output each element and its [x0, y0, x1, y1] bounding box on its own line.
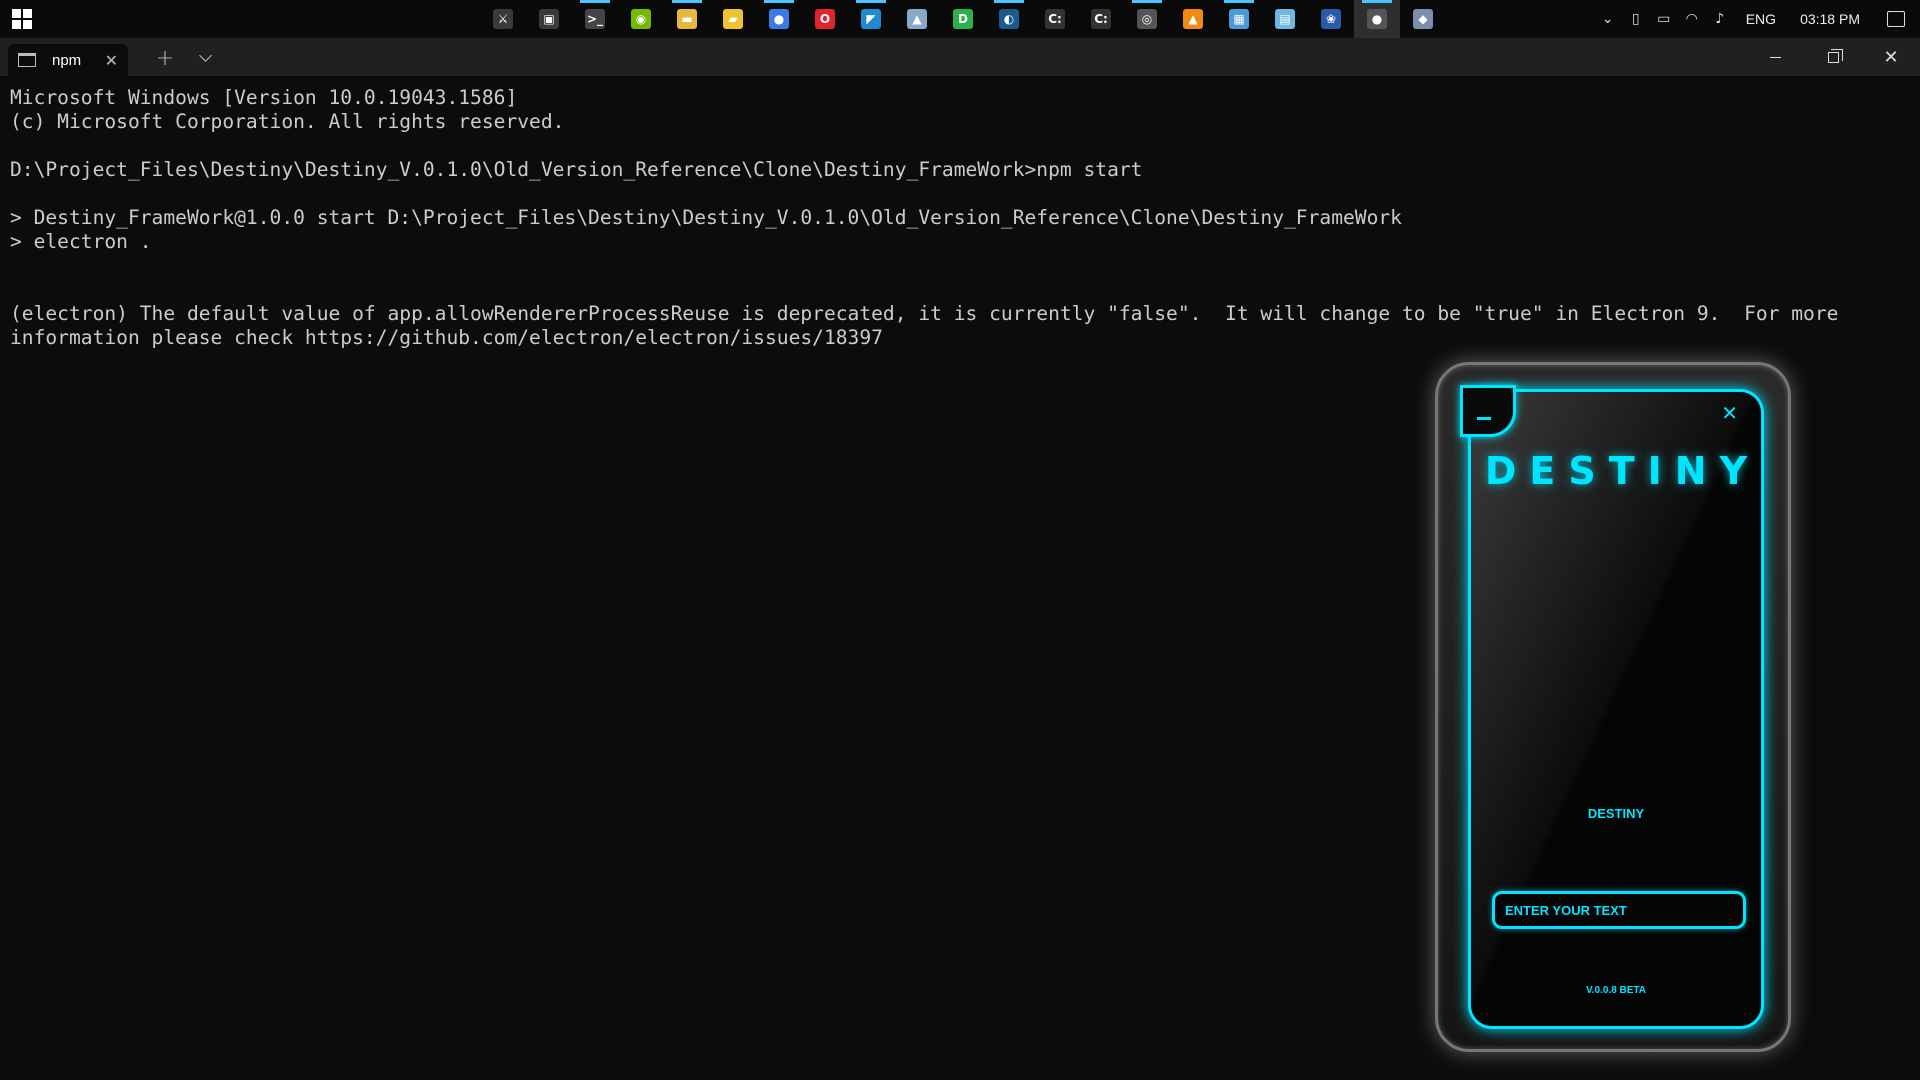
taskbar-app-vlc[interactable]: ▲	[1170, 0, 1216, 38]
taskbar-app-vscode[interactable]: ◤	[848, 0, 894, 38]
taskbar-app-paint[interactable]: ▦	[1216, 0, 1262, 38]
taskbar-app-terminal[interactable]: >_	[572, 0, 618, 38]
windows-logo-icon	[12, 9, 32, 29]
cmd-icon: C:	[1045, 9, 1065, 29]
taskbar-app-notepad[interactable]: ▤	[1262, 0, 1308, 38]
cmd-icon-2: C:	[1091, 9, 1111, 29]
terminal-line: > Destiny_FrameWork@1.0.0 start D:\Proje…	[10, 206, 1402, 229]
destiny-minimize-button[interactable]	[1460, 385, 1516, 437]
taskbar: ⚔ ▣ >_ ◉ ▬ ▰ ● O ◤ ▲ D ◐ C: C: ◎ ▲ ▦ ▤ ❀ ● ◆ ⌄ ▯ ▭ ◠ ♪ ENG 0…	[0, 0, 1920, 38]
firefox-icon: ●	[769, 9, 789, 29]
tab-title: npm	[52, 51, 82, 69]
taskbar-app-image-viewer[interactable]: ▲	[894, 0, 940, 38]
start-button[interactable]	[0, 0, 44, 38]
task-view-icon: ▣	[539, 9, 559, 29]
taskbar-app-ccleaner[interactable]: ❀	[1308, 0, 1354, 38]
close-icon: ✕	[1883, 46, 1899, 68]
hello-app-icon: D	[953, 9, 973, 29]
terminal-tab-icon	[18, 53, 36, 67]
image-viewer-icon: ▲	[907, 9, 927, 29]
steam-icon: ◐	[999, 9, 1019, 29]
clock[interactable]: 03:18 PM	[1788, 11, 1872, 27]
terminal-line: information please check https://github.…	[10, 326, 883, 349]
window-close-button[interactable]: ✕	[1862, 38, 1920, 76]
destiny-label: DESTINY	[1587, 806, 1645, 821]
terminal-line: Microsoft Windows [Version 10.0.19043.15…	[10, 86, 518, 109]
paint-icon: ▦	[1229, 9, 1249, 29]
ccleaner-icon: ❀	[1321, 9, 1341, 29]
restore-icon	[1827, 48, 1843, 63]
taskbar-app-cmd[interactable]: C:	[1032, 0, 1078, 38]
volume-icon[interactable]: ♪	[1706, 0, 1734, 38]
vscode-icon: ◤	[861, 9, 881, 29]
taskbar-app-task-view[interactable]: ▣	[526, 0, 572, 38]
notepad-icon: ▤	[1275, 9, 1295, 29]
taskbar-app-firefox[interactable]: ●	[756, 0, 802, 38]
destiny-close-icon[interactable]: ✕	[1721, 401, 1738, 425]
minus-icon	[1477, 416, 1491, 420]
taskbar-app-genshin[interactable]: ◆	[1400, 0, 1446, 38]
taskbar-app-obs[interactable]: ◎	[1124, 0, 1170, 38]
destiny-title: DESTINY	[1484, 449, 1761, 493]
file-explorer-icon: ▬	[677, 9, 697, 29]
wifi-icon[interactable]: ◠	[1678, 0, 1706, 38]
notification-center-button[interactable]	[1872, 0, 1920, 38]
razer-icon: ⚔	[493, 9, 513, 29]
taskbar-app-electron[interactable]: ●	[1354, 0, 1400, 38]
new-tab-button[interactable]: +	[150, 44, 180, 72]
taskbar-app-nvidia[interactable]: ◉	[618, 0, 664, 38]
obs-icon: ◎	[1137, 9, 1157, 29]
tab-dropdown-button[interactable]	[192, 44, 218, 72]
system-tray: ⌄ ▯ ▭ ◠ ♪ ENG 03:18 PM	[1594, 0, 1920, 38]
taskbar-app-cmd-icon-2[interactable]: C:	[1078, 0, 1124, 38]
chevron-up-icon[interactable]: ⌄	[1594, 0, 1622, 38]
taskbar-app-folder[interactable]: ▰	[710, 0, 756, 38]
language-indicator[interactable]: ENG	[1734, 11, 1788, 27]
tab-close-icon[interactable]: ✕	[105, 51, 118, 70]
destiny-app-window: ✕ DESTINY DESTINY V.0.0.8 BETA	[1435, 362, 1791, 1052]
vlc-icon: ▲	[1183, 9, 1203, 29]
window-minimize-button[interactable]	[1746, 38, 1804, 76]
taskbar-app-hello-app[interactable]: D	[940, 0, 986, 38]
terminal-line: > electron .	[10, 230, 152, 253]
minimize-icon	[1769, 56, 1781, 58]
destiny-version: V.0.0.8 BETA	[1585, 985, 1647, 996]
chevron-down-icon	[198, 49, 212, 62]
nvidia-icon: ◉	[631, 9, 651, 29]
terminal-output[interactable]: Microsoft Windows [Version 10.0.19043.15…	[10, 86, 1910, 350]
taskbar-app-file-explorer[interactable]: ▬	[664, 0, 710, 38]
terminal-titlebar: npm ✕ + ✕	[0, 38, 1920, 76]
notification-icon	[1887, 11, 1905, 27]
taskbar-app-opera[interactable]: O	[802, 0, 848, 38]
taskbar-app-steam[interactable]: ◐	[986, 0, 1032, 38]
terminal-line: (electron) The default value of app.allo…	[10, 302, 1839, 325]
terminal-icon: >_	[585, 9, 605, 29]
battery-icon[interactable]: ▭	[1650, 0, 1678, 38]
taskbar-apps: ⚔ ▣ >_ ◉ ▬ ▰ ● O ◤ ▲ D ◐ C: C: ◎ ▲ ▦ ▤ ❀ ● ◆	[480, 0, 1446, 38]
folder-icon: ▰	[723, 9, 743, 29]
taskbar-app-razer[interactable]: ⚔	[480, 0, 526, 38]
destiny-text-input[interactable]	[1492, 891, 1746, 929]
window-restore-button[interactable]	[1804, 38, 1862, 76]
genshin-icon: ◆	[1413, 9, 1433, 29]
opera-icon: O	[815, 9, 835, 29]
terminal-line: D:\Project_Files\Destiny\Destiny_V.0.1.0…	[10, 158, 1143, 181]
terminal-line: (c) Microsoft Corporation. All rights re…	[10, 110, 565, 133]
tab-npm[interactable]: npm ✕	[8, 44, 128, 76]
device-icon[interactable]: ▯	[1622, 0, 1650, 38]
electron-icon: ●	[1367, 9, 1387, 29]
